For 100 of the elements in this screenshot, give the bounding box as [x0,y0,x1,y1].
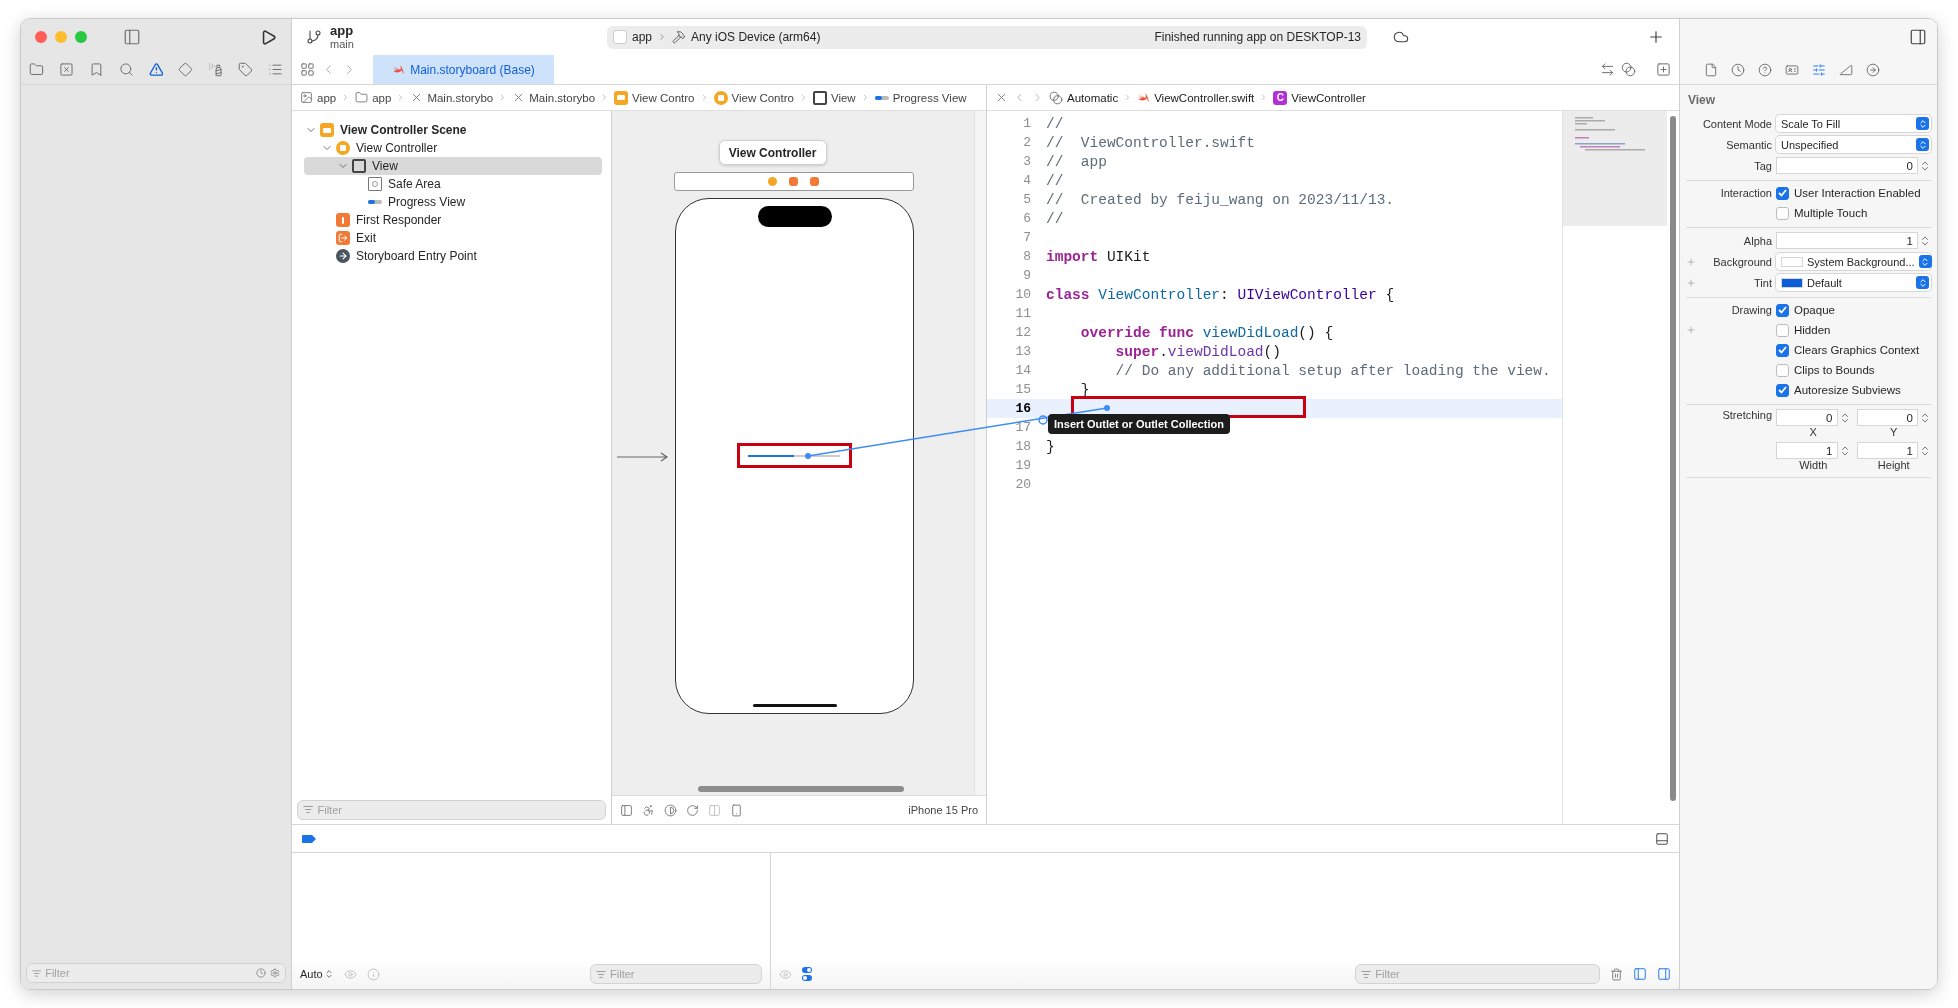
plus-icon[interactable] [1686,325,1696,335]
diamond-icon[interactable] [178,62,194,77]
panel-icon[interactable] [1655,831,1669,846]
spray-can-icon[interactable] [208,62,224,77]
number-field[interactable]: 1 [1776,232,1918,249]
checkbox[interactable]: Multiple Touch [1776,206,1931,220]
filter-input[interactable]: Filter [317,803,600,816]
search-icon[interactable] [118,62,134,77]
scheme-bar[interactable]: app Any iOS Device (arm64) Finished running app on DESKTOP-13 [607,25,1367,49]
breadcrumb[interactable]: app [355,91,392,104]
progress-view[interactable] [747,454,840,458]
filter-field[interactable]: Filter [297,799,606,820]
outline-item[interactable]: Progress View [304,193,602,211]
breadcrumb[interactable]: Automatic [1049,90,1119,105]
plus-icon[interactable] [1686,256,1696,267]
accessibility-icon[interactable] [641,803,655,817]
plus-icon[interactable] [1686,277,1696,288]
add-editor-icon[interactable] [1656,62,1671,77]
clock-icon[interactable] [256,967,266,979]
id-card-icon[interactable] [1785,62,1799,77]
zoom-button[interactable] [75,31,87,43]
stepper-icon[interactable] [323,969,334,979]
outline-item[interactable]: Exit [304,229,602,247]
scroll-track[interactable] [974,111,986,795]
scroll-thumb[interactable] [1670,116,1676,801]
editor-tab[interactable]: Main.storyboard (Base) [373,55,554,84]
toggle-icon[interactable] [802,967,812,981]
cloud-icon[interactable] [1393,29,1409,45]
number-field[interactable]: 0 [1856,409,1918,426]
popup-button[interactable]: Scale To Fill [1776,115,1931,132]
help-icon[interactable] [1758,62,1772,77]
clock-icon[interactable] [1731,62,1745,77]
outline-item[interactable]: First Responder [304,211,602,229]
color-popup-button[interactable]: Default [1776,274,1931,291]
stepper-icon[interactable] [1919,444,1931,457]
panel-icon[interactable] [1633,967,1647,981]
outline-item[interactable]: View [304,157,602,175]
circles-icon[interactable] [1621,62,1636,77]
number-field[interactable]: 1 [1776,442,1838,459]
breadcrumb[interactable]: View Contro [614,90,695,105]
mode-popup[interactable]: Auto [300,968,334,980]
inspector-toggle-icon[interactable] [1909,28,1927,46]
filter-input[interactable]: Filter [1375,968,1594,980]
color-popup-button[interactable]: System Background... [1776,253,1931,270]
eye-icon[interactable] [779,967,792,981]
plus-icon[interactable] [1647,28,1665,46]
gear-icon[interactable] [270,967,280,979]
breadcrumb[interactable]: Main.storybo [410,91,494,104]
filter-input[interactable]: Filter [610,968,756,980]
trash-icon[interactable] [1610,967,1623,981]
file-icon[interactable] [1704,62,1718,77]
breadcrumb[interactable]: app [300,91,337,104]
bookmark-icon[interactable] [88,62,104,77]
filter-field[interactable]: Filter [26,963,286,983]
eye-icon[interactable] [343,967,357,981]
outline-item[interactable]: Safe Area [304,175,602,193]
sidebar-icon[interactable] [123,28,141,46]
arrow-circle-icon[interactable] [1866,62,1880,77]
hammer-icon[interactable] [672,30,687,44]
checkbox[interactable]: User Interaction Enabled [1776,186,1931,200]
checkbox[interactable]: Clips to Bounds [1776,363,1931,377]
popup-button[interactable]: Unspecified [1776,136,1931,153]
stepper-icon[interactable] [1919,411,1931,424]
phone-icon[interactable] [729,803,743,817]
play-icon[interactable] [260,28,277,46]
breadcrumb[interactable]: View Contro [713,90,794,105]
outline-item[interactable]: View Controller [304,139,602,157]
folder-icon[interactable] [29,62,44,77]
breadcrumb[interactable]: ViewController.swift [1137,91,1255,104]
scroll-thumb[interactable] [697,786,904,792]
number-field[interactable]: 1 [1856,442,1918,459]
breadcrumb[interactable]: Main.storybo [512,91,596,104]
square-x-icon[interactable] [58,62,74,77]
device-name[interactable]: iPhone 15 Pro [908,804,978,816]
tag-icon[interactable] [238,62,254,77]
filter-field[interactable]: Filter [590,964,762,984]
branch-icon[interactable] [306,29,322,45]
ruler-icon[interactable] [1839,62,1853,77]
close-button[interactable] [35,31,47,43]
list-icon[interactable] [268,62,283,77]
grid-icon[interactable] [300,62,315,77]
number-field[interactable]: 0 [1776,157,1918,174]
swap-icon[interactable] [1600,62,1615,77]
checkbox[interactable]: Autoresize Subviews [1776,383,1931,397]
number-field[interactable]: 0 [1776,409,1838,426]
filter-field[interactable]: Filter [1355,964,1600,984]
checkbox[interactable]: Opaque [1776,303,1931,317]
outline-item[interactable]: Storyboard Entry Point [304,247,602,265]
warning-icon[interactable] [148,62,164,77]
columns-icon[interactable] [707,803,721,817]
panel-icon[interactable] [619,803,633,817]
close-icon[interactable] [995,91,1008,104]
stepper-icon[interactable] [1919,159,1931,172]
breadcrumb[interactable]: C ViewController [1273,90,1366,105]
outline-item[interactable]: View Controller Scene [304,121,602,139]
checkbox[interactable]: Clears Graphics Context [1776,343,1931,357]
breakpoint-icon[interactable] [302,834,316,843]
rotate-icon[interactable] [685,803,699,817]
filter-input[interactable]: Filter [45,967,252,979]
sliders-icon[interactable] [1812,62,1826,77]
